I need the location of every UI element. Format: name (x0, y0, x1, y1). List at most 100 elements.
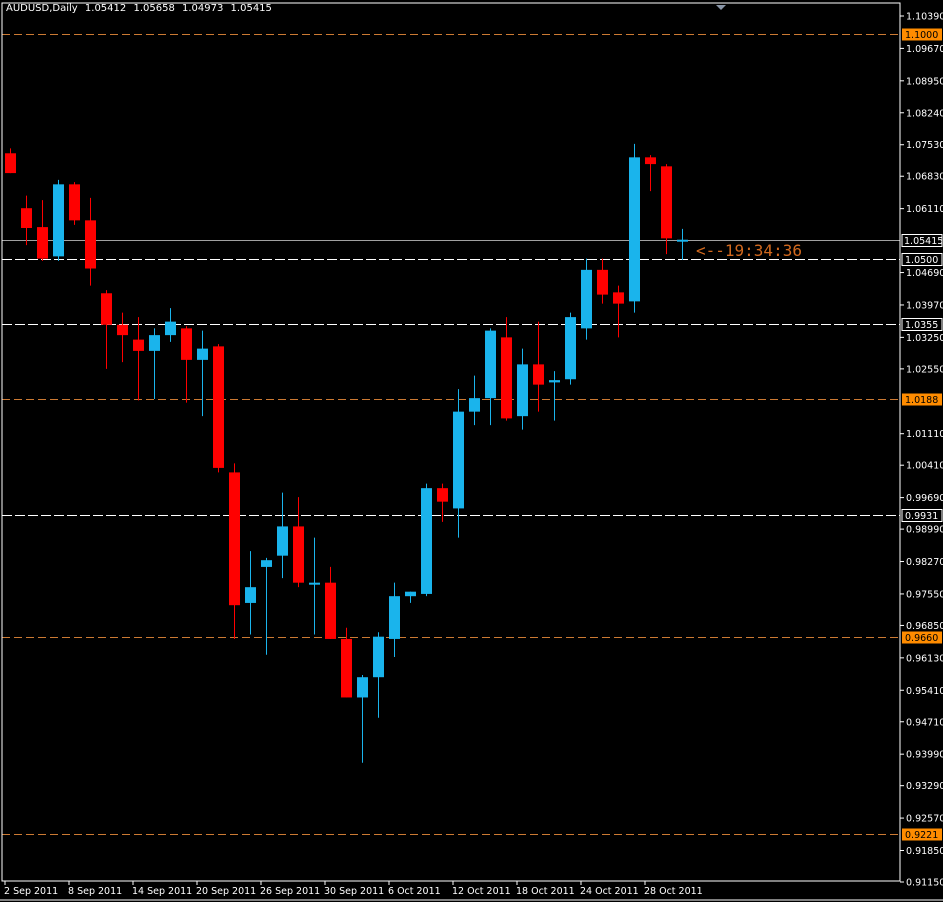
price-tick-label: 0.99690 (906, 493, 943, 504)
low-value: 1.04973 (182, 3, 224, 14)
candle (517, 348, 528, 430)
price-tick-label: 0.93290 (906, 781, 943, 792)
candle (229, 463, 240, 639)
candle (37, 200, 48, 261)
candle-body (437, 488, 448, 502)
symbol-label: AUDUSD,Daily (6, 3, 78, 14)
candle (101, 290, 112, 369)
date-tick-label: 28 Oct 2011 (644, 886, 703, 897)
candle-body (181, 328, 192, 360)
candle (341, 627, 352, 698)
candle-body (165, 321, 176, 336)
price-tick-label: 1.10390 (906, 12, 943, 23)
date-tick-label: 24 Oct 2011 (580, 886, 639, 897)
candle-body (213, 346, 224, 468)
date-tick-label: 30 Sep 2011 (324, 886, 384, 897)
candle-body (5, 153, 16, 174)
price-tick-label: 0.91850 (906, 846, 943, 857)
candle-body (469, 398, 480, 412)
price-axis-layer: 1.1000 1.0500 1.0355 1.0188 0.9931 0.9660 0.92… (0, 2, 943, 901)
price-tick-label: 1.03970 (906, 300, 943, 311)
candle (277, 492, 288, 579)
candle (373, 632, 384, 718)
candle (485, 328, 496, 426)
candle-body (245, 587, 256, 603)
price-tick-label: 1.00410 (906, 461, 943, 472)
candle-body (533, 364, 544, 385)
price-tick-label: 1.08240 (906, 108, 943, 119)
candle-body (581, 269, 592, 329)
date-tick-label: 26 Sep 2011 (260, 886, 320, 897)
candle (325, 566, 336, 639)
candle (645, 155, 656, 192)
candle-body (261, 560, 272, 567)
horizontal-levels-layer (2, 34, 900, 835)
candle (581, 258, 592, 340)
candle-body (677, 239, 688, 242)
level-label: 1.0188 (905, 395, 938, 406)
price-tick-label: 0.98990 (906, 525, 943, 536)
candle-body (485, 330, 496, 399)
candle-body (613, 292, 624, 304)
date-tick-label: 6 Oct 2011 (388, 886, 441, 897)
date-tick-label: 2 Sep 2011 (4, 886, 58, 897)
candle-body (53, 184, 64, 257)
candle (597, 258, 608, 304)
price-tick-label: 0.92570 (906, 814, 943, 825)
candle-body (117, 324, 128, 336)
candle (309, 537, 320, 635)
candle-body (453, 411, 464, 509)
candle-body (421, 488, 432, 594)
candle-body (645, 157, 656, 165)
candle (469, 375, 480, 426)
price-tick-label: 0.95410 (906, 686, 943, 697)
candle-body (661, 166, 672, 239)
candle (357, 674, 368, 763)
candle (613, 285, 624, 338)
candle-body (357, 677, 368, 698)
date-tick-label: 8 Sep 2011 (68, 886, 122, 897)
price-tick-label: 0.96850 (906, 621, 943, 632)
price-tick-label: 1.09670 (906, 44, 943, 55)
candle-body (69, 184, 80, 221)
date-axis-layer: 2 Sep 2011 8 Sep 2011 14 Sep 2011 20 Sep 20… (4, 881, 703, 897)
candle-body (549, 380, 560, 383)
candle (149, 328, 160, 400)
plot-frame (1, 2, 901, 882)
candle (85, 197, 96, 286)
candle-body (373, 636, 384, 678)
price-tick-label: 0.97550 (906, 589, 943, 600)
candle (165, 308, 176, 342)
date-tick-label: 20 Sep 2011 (196, 886, 256, 897)
candle-body (629, 157, 640, 302)
candle (133, 317, 144, 401)
bar-countdown: <--19:34:36 (696, 241, 802, 260)
price-tick-label: 1.04690 (906, 268, 943, 279)
candle (437, 483, 448, 522)
candle (245, 551, 256, 635)
open-value: 1.05412 (84, 3, 127, 14)
candle (5, 148, 16, 174)
candle-body (389, 596, 400, 639)
candle (53, 179, 64, 261)
candle-body (501, 337, 512, 419)
chart-canvas[interactable]: 1.1000 1.0500 1.0355 1.0188 0.9931 0.9660 0.92… (0, 0, 943, 902)
price-tick-label: 0.96130 (906, 653, 943, 664)
candle-body (325, 582, 336, 639)
candle-body (597, 269, 608, 295)
candle (261, 557, 272, 655)
price-tick-label: 0.93990 (906, 750, 943, 761)
candle-body (405, 591, 416, 597)
candle-body (229, 472, 240, 606)
candle (533, 321, 544, 412)
candle-body (277, 526, 288, 556)
candle-body (517, 364, 528, 417)
level-label: 0.9660 (905, 633, 938, 644)
candle-body (149, 335, 160, 351)
candle (213, 344, 224, 473)
candle (181, 326, 192, 403)
level-label: 1.1000 (905, 30, 938, 41)
date-tick-label: 14 Sep 2011 (132, 886, 192, 897)
high-value: 1.05658 (133, 3, 175, 14)
current-price-label: 1.05415 (904, 236, 943, 247)
